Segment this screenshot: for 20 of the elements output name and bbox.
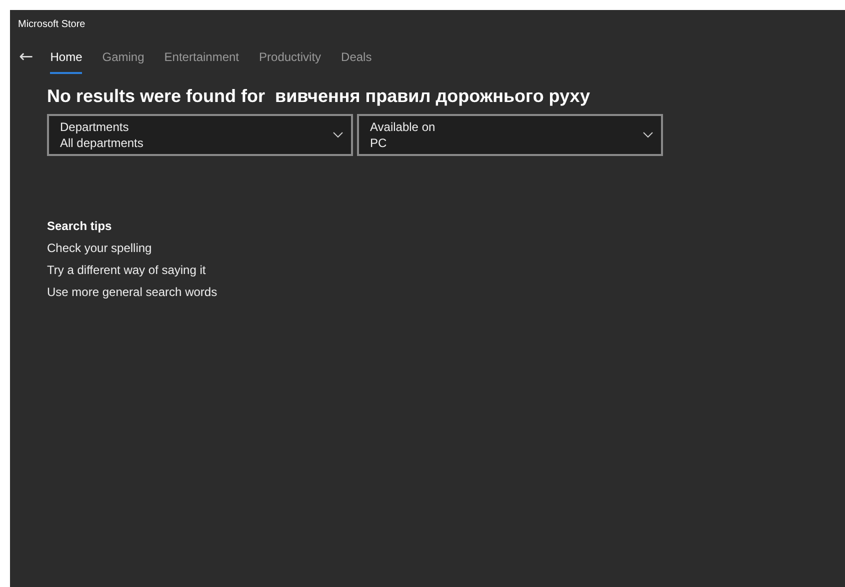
nav-tab[interactable]: Entertainment <box>164 44 240 74</box>
nav-tab[interactable]: Productivity <box>259 44 322 74</box>
nav-tab[interactable]: Deals <box>341 44 372 74</box>
search-tip: Check your spelling <box>47 240 153 257</box>
dropdown-value: PC <box>370 136 388 150</box>
chevron-down-icon <box>643 132 653 138</box>
nav-tab[interactable]: Home <box>50 44 82 74</box>
back-button[interactable]: ← <box>19 47 34 67</box>
window-title: Microsoft Store <box>18 18 86 30</box>
search-tip: Try a different way of saying it <box>47 262 207 279</box>
results-heading: No results were found for вивчення правил дорожнього руху <box>47 85 592 108</box>
tips-heading: Search tips <box>47 218 113 235</box>
dropdown-value: All departments <box>60 136 144 150</box>
filter-dropdown[interactable]: Available on PC <box>357 114 663 156</box>
dropdown-label: Departments <box>60 120 130 134</box>
search-tip: Use more general search words <box>47 284 218 301</box>
chevron-down-icon <box>333 132 343 138</box>
nav-tab[interactable]: Gaming <box>102 44 144 74</box>
filter-dropdown[interactable]: Departments All departments <box>47 114 353 156</box>
dropdown-label: Available on <box>370 120 436 134</box>
